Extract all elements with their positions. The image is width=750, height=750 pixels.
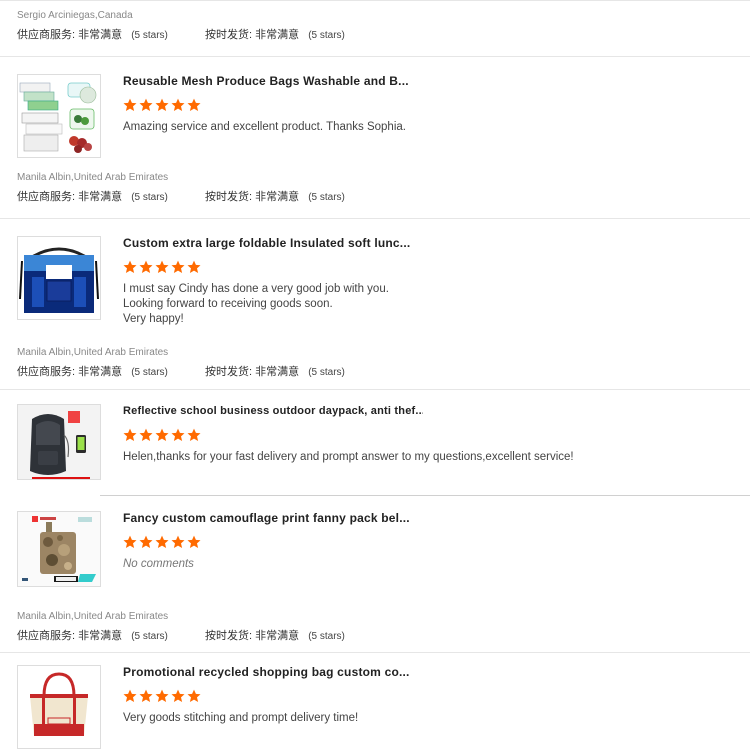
supplier-service-rating: 供应商服务: 非常满意 (5 stars): [17, 28, 168, 43]
on-time-delivery-value: 非常满意: [255, 366, 300, 378]
star-icon: [187, 689, 201, 702]
star-icon: [123, 98, 137, 111]
product-title-link[interactable]: Fancy custom camouflage print fanny pack…: [123, 511, 423, 526]
supplier-service-rating: 供应商服务: 非常满意 (5 stars): [17, 629, 168, 644]
supplier-service-rating: 供应商服务: 非常满意 (5 stars): [17, 365, 168, 380]
star-icon: [123, 428, 137, 441]
cooler-bag-icon[interactable]: [17, 236, 101, 320]
on-time-delivery-value: 非常满意: [255, 630, 300, 642]
supplier-service-stars: (5 stars): [131, 30, 168, 41]
review-meta: Sergio Arciniegas,Canada 供应商服务: 非常满意 (5 …: [17, 10, 737, 42]
star-rating: [123, 689, 203, 703]
star-icon: [155, 535, 169, 548]
star-icon: [123, 535, 137, 548]
star-icon: [139, 98, 153, 111]
product-title-link[interactable]: Promotional recycled shopping bag custom…: [123, 665, 423, 680]
star-icon: [155, 428, 169, 441]
review-comment: Helen,thanks for your fast delivery and …: [123, 451, 574, 463]
rating-summary: 供应商服务: 非常满意 (5 stars) 按时发货: 非常满意 (5 star…: [17, 365, 737, 379]
review-comment: Very goods stitching and prompt delivery…: [123, 712, 359, 724]
supplier-service-rating: 供应商服务: 非常满意 (5 stars): [17, 190, 168, 205]
rating-summary: 供应商服务: 非常满意 (5 stars) 按时发货: 非常满意 (5 star…: [17, 28, 737, 42]
review-comment-line: I must say Cindy has done a very good jo…: [123, 283, 389, 295]
divider: [0, 0, 750, 1]
on-time-delivery-stars: (5 stars): [308, 631, 345, 642]
supplier-service-value: 非常满意: [78, 191, 123, 203]
on-time-delivery-stars: (5 stars): [308, 367, 345, 378]
star-icon: [187, 260, 201, 273]
product-title-link[interactable]: Custom extra large foldable Insulated so…: [123, 236, 423, 251]
canvas-tote-bag-icon[interactable]: [17, 665, 101, 749]
star-rating: [123, 260, 203, 274]
star-icon: [139, 535, 153, 548]
on-time-delivery-value: 非常满意: [255, 29, 300, 41]
supplier-service-label: 供应商服务:: [17, 366, 76, 378]
supplier-service-stars: (5 stars): [131, 631, 168, 642]
star-icon: [155, 98, 169, 111]
supplier-service-stars: (5 stars): [131, 367, 168, 378]
product-title-link[interactable]: Reusable Mesh Produce Bags Washable and …: [123, 74, 423, 89]
on-time-delivery-stars: (5 stars): [308, 192, 345, 203]
review-meta: Manila Albin,United Arab Emirates 供应商服务:…: [17, 611, 737, 643]
star-icon: [123, 689, 137, 702]
on-time-delivery-label: 按时发货:: [205, 630, 253, 642]
supplier-service-label: 供应商服务:: [17, 29, 76, 41]
review-list: Sergio Arciniegas,Canada 供应商服务: 非常满意 (5 …: [0, 0, 750, 750]
star-icon: [155, 260, 169, 273]
divider: [0, 56, 750, 57]
supplier-service-value: 非常满意: [78, 366, 123, 378]
star-icon: [171, 260, 185, 273]
star-rating: [123, 98, 203, 112]
supplier-service-value: 非常满意: [78, 630, 123, 642]
divider: [0, 652, 750, 653]
star-icon: [155, 689, 169, 702]
review-comment-line: Very happy!: [123, 313, 184, 325]
star-icon: [123, 260, 137, 273]
on-time-delivery-value: 非常满意: [255, 191, 300, 203]
on-time-delivery-stars: (5 stars): [308, 30, 345, 41]
rating-summary: 供应商服务: 非常满意 (5 stars) 按时发货: 非常满意 (5 star…: [17, 190, 737, 204]
review-comment-line: Looking forward to receiving goods soon.: [123, 298, 333, 310]
on-time-delivery-rating: 按时发货: 非常满意 (5 stars): [205, 365, 345, 380]
star-icon: [139, 689, 153, 702]
on-time-delivery-label: 按时发货:: [205, 191, 253, 203]
star-icon: [187, 428, 201, 441]
on-time-delivery-rating: 按时发货: 非常满意 (5 stars): [205, 28, 345, 43]
star-icon: [187, 98, 201, 111]
review-comment: I must say Cindy has done a very good jo…: [123, 282, 723, 327]
buyer-name-location: Manila Albin,United Arab Emirates: [17, 172, 169, 183]
star-icon: [187, 535, 201, 548]
star-icon: [171, 98, 185, 111]
divider: [0, 218, 750, 219]
buyer-name-location: Sergio Arciniegas,Canada: [17, 10, 133, 21]
divider: [0, 389, 750, 390]
supplier-service-label: 供应商服务:: [17, 191, 76, 203]
supplier-service-stars: (5 stars): [131, 192, 168, 203]
rating-summary: 供应商服务: 非常满意 (5 stars) 按时发货: 非常满意 (5 star…: [17, 629, 737, 643]
star-icon: [139, 260, 153, 273]
supplier-service-label: 供应商服务:: [17, 630, 76, 642]
on-time-delivery-label: 按时发货:: [205, 366, 253, 378]
review-comment: No comments: [123, 558, 194, 570]
camouflage-fanny-pack-icon[interactable]: [17, 511, 101, 587]
review-meta: Manila Albin,United Arab Emirates 供应商服务:…: [17, 347, 737, 379]
star-icon: [139, 428, 153, 441]
review-comment: Amazing service and excellent product. T…: [123, 121, 406, 133]
mesh-produce-bags-icon[interactable]: [17, 74, 101, 158]
star-icon: [171, 535, 185, 548]
on-time-delivery-rating: 按时发货: 非常满意 (5 stars): [205, 190, 345, 205]
supplier-service-value: 非常满意: [78, 29, 123, 41]
buyer-name-location: Manila Albin,United Arab Emirates: [17, 611, 169, 622]
star-rating: [123, 428, 203, 442]
star-icon: [171, 689, 185, 702]
star-rating: [123, 535, 203, 549]
on-time-delivery-rating: 按时发货: 非常满意 (5 stars): [205, 629, 345, 644]
product-title-link[interactable]: Reflective school business outdoor daypa…: [123, 404, 423, 419]
divider: [100, 495, 750, 496]
backpack-icon[interactable]: [17, 404, 101, 480]
on-time-delivery-label: 按时发货:: [205, 29, 253, 41]
review-meta: Manila Albin,United Arab Emirates 供应商服务:…: [17, 172, 737, 204]
buyer-name-location: Manila Albin,United Arab Emirates: [17, 347, 169, 358]
star-icon: [171, 428, 185, 441]
